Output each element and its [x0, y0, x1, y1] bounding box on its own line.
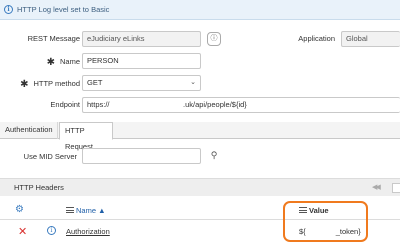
delete-icon[interactable]: ✕: [18, 225, 27, 238]
application-label: Application: [298, 34, 335, 43]
name-field[interactable]: PERSON: [82, 53, 201, 69]
rest-message-label: REST Message: [27, 34, 80, 43]
endpoint-value-end: .uk/api/people/${id}: [183, 100, 247, 109]
rest-message-field[interactable]: eJudiciary eLinks: [82, 31, 201, 47]
chevron-down-icon: ⌄: [190, 79, 196, 86]
http-headers-section: HTTP Headers ◀◀: [0, 178, 400, 196]
mid-server-row: Use MID Server ⚲: [0, 148, 400, 166]
http-headers-title: HTTP Headers: [14, 183, 64, 192]
info-banner-text: HTTP Log level set to Basic: [17, 5, 110, 14]
name-row: ✱ Name PERSON: [0, 52, 400, 70]
reference-info-button[interactable]: ⓘ: [207, 32, 221, 46]
tabs-bar: Authentication HTTP Request: [0, 122, 400, 151]
menu-icon[interactable]: [66, 207, 74, 214]
header-name-cell[interactable]: Authorization: [66, 227, 110, 236]
tab-authentication[interactable]: Authentication: [0, 122, 58, 139]
http-method-value: GET: [87, 78, 103, 87]
http-method-label: ✱ HTTP method: [20, 79, 80, 90]
first-page-icon[interactable]: ◀◀: [372, 183, 381, 191]
endpoint-row: Endpoint https:// .uk/api/people/${id}: [0, 96, 400, 114]
endpoint-value-start: https://: [87, 100, 110, 109]
required-icon: ✱: [20, 79, 29, 90]
info-banner: i HTTP Log level set to Basic: [0, 0, 400, 20]
application-field: Global: [341, 31, 400, 47]
info-icon: i: [4, 5, 13, 14]
mid-server-label: Use MID Server: [23, 152, 77, 161]
info-icon: ⓘ: [210, 35, 218, 42]
search-icon: ⚲: [210, 150, 218, 160]
required-icon: ✱: [46, 57, 55, 68]
name-label: ✱ Name: [46, 57, 80, 68]
http-method-select[interactable]: GET ⌄: [82, 75, 201, 91]
rest-message-row: REST Message eJudiciary eLinks ⓘ Applica…: [0, 30, 400, 48]
tab-http-request[interactable]: HTTP Request: [59, 122, 113, 151]
search-button[interactable]: ⚲: [207, 149, 221, 163]
column-header-name[interactable]: Name ▲: [66, 206, 106, 215]
page-number-field[interactable]: [392, 183, 400, 193]
info-icon[interactable]: i: [47, 226, 56, 235]
http-method-row: ✱ HTTP method GET ⌄: [0, 74, 400, 92]
endpoint-label: Endpoint: [50, 100, 80, 109]
gear-icon[interactable]: ⚙: [15, 204, 24, 215]
endpoint-field[interactable]: https:// .uk/api/people/${id}: [82, 97, 400, 113]
highlight-annotation: [283, 201, 368, 242]
mid-server-field[interactable]: [82, 148, 201, 164]
